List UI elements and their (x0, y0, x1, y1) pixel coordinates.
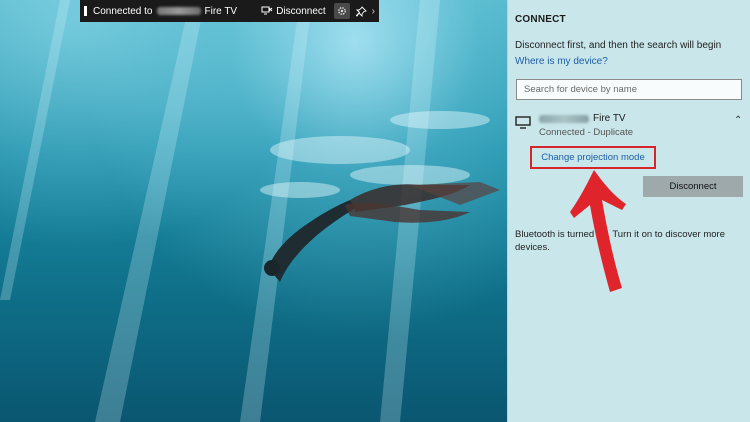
desktop-wallpaper (0, 0, 507, 422)
toolbar-disconnect-label: Disconnect (276, 5, 326, 17)
device-search-input[interactable]: Search for device by name (516, 79, 742, 100)
panel-disconnect-button[interactable]: Disconnect (643, 176, 743, 197)
blurred-device-name (156, 7, 201, 15)
underwater-photo (0, 0, 500, 422)
toolbar-disconnect-button[interactable]: Disconnect (261, 5, 326, 17)
gear-icon (337, 7, 346, 15)
disconnect-icon (261, 6, 273, 15)
monitor-icon (515, 116, 531, 129)
connected-to-label: Connected to (93, 5, 153, 17)
device-name-suffix: Fire TV (593, 113, 626, 124)
chevron-right-icon[interactable]: › (372, 6, 375, 17)
bluetooth-message: Bluetooth is turned off. Turn it on to d… (515, 229, 725, 253)
change-projection-mode-link[interactable]: Change projection mode (530, 146, 656, 169)
projection-toolbar: Connected to Fire TV Disconnect › (80, 0, 379, 22)
where-is-my-device-link[interactable]: Where is my device? (515, 56, 608, 67)
device-name: Fire TV (539, 113, 626, 124)
settings-gear-button[interactable] (333, 3, 350, 19)
pin-button[interactable] (354, 3, 370, 19)
connect-panel: CONNECT Disconnect first, and then the s… (507, 0, 750, 422)
chevron-up-icon[interactable]: ⌃ (734, 115, 742, 126)
blurred-device-name (539, 114, 589, 123)
pin-icon (356, 5, 368, 17)
connection-indicator (84, 6, 87, 16)
disconnect-hint: Disconnect first, and then the search wi… (515, 40, 722, 51)
device-status: Connected - Duplicate (539, 127, 633, 138)
device-name-label: Fire TV (204, 5, 238, 17)
panel-title: CONNECT (515, 14, 566, 25)
